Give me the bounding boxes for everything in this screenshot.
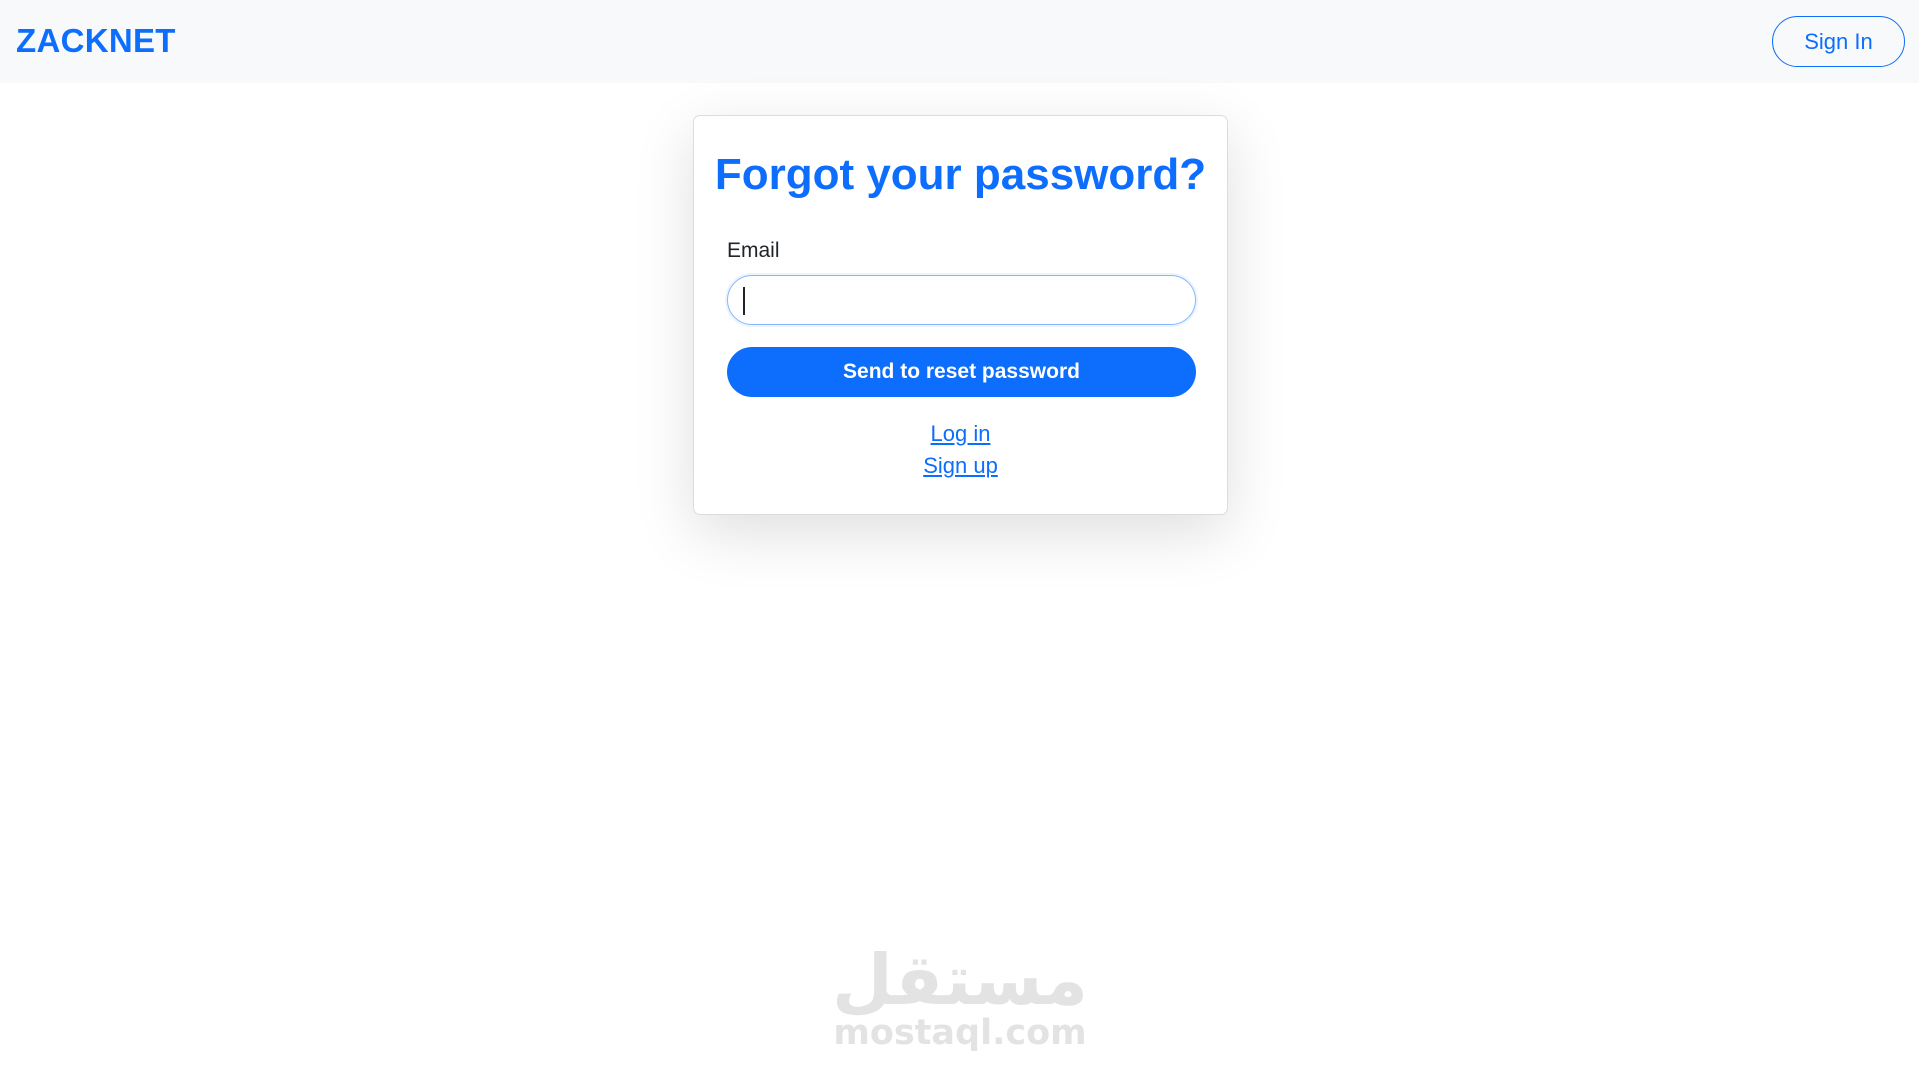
forgot-password-card: Forgot your password? Email Send to rese… [693, 115, 1228, 515]
send-reset-button[interactable]: Send to reset password [727, 347, 1196, 397]
email-field[interactable] [727, 275, 1196, 325]
auth-links: Log in Sign up [694, 418, 1227, 482]
mostaql-watermark: مستقل mostaql.com [820, 945, 1100, 1051]
signup-link[interactable]: Sign up [694, 450, 1227, 482]
login-link[interactable]: Log in [694, 418, 1227, 450]
text-cursor [743, 287, 745, 315]
email-label: Email [727, 239, 780, 262]
sign-in-button[interactable]: Sign In [1772, 16, 1905, 67]
watermark-text: mostaql.com [833, 1013, 1087, 1053]
brand-logo[interactable]: ZACKNET [16, 20, 176, 62]
page-title: Forgot your password? [714, 150, 1207, 199]
watermark-logo: مستقل [831, 939, 1088, 1021]
navbar: ZACKNET Sign In [0, 0, 1919, 83]
